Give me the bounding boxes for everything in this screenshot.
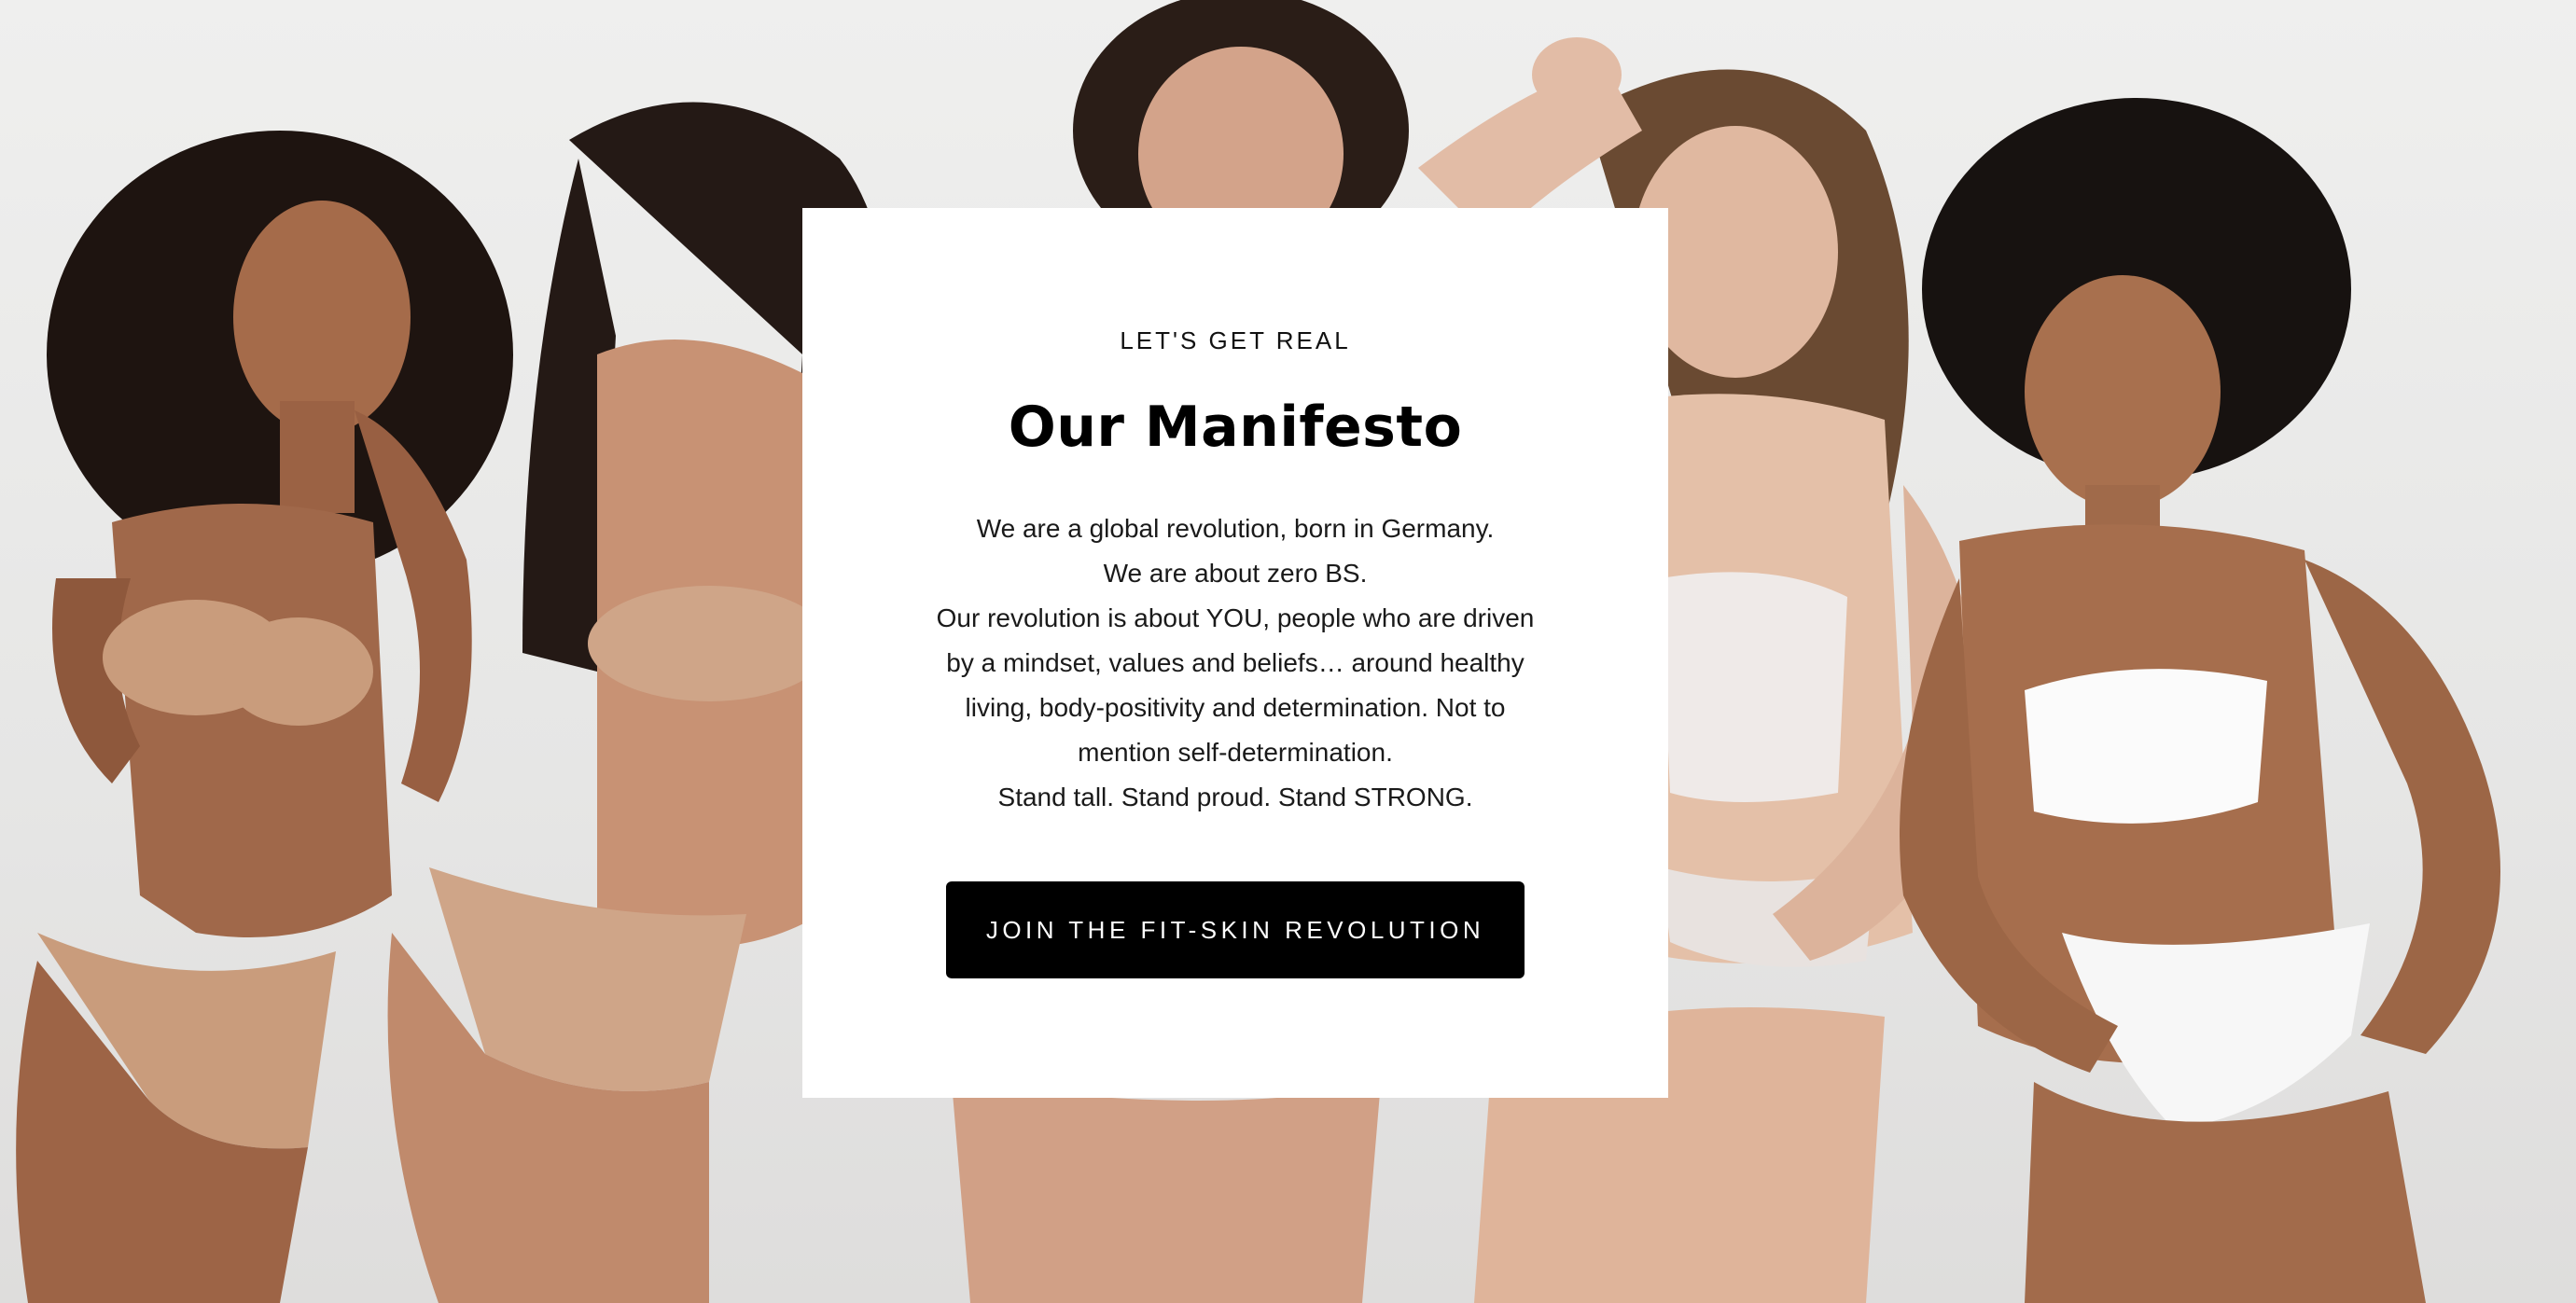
manifesto-line: Stand tall. Stand proud. Stand STRONG.	[997, 783, 1473, 811]
manifesto-line: We are about zero BS.	[1103, 559, 1368, 588]
manifesto-card: LET'S GET REAL Our Manifesto We are a gl…	[802, 208, 1668, 1098]
join-revolution-button[interactable]: JOIN THE FIT-SKIN REVOLUTION	[946, 881, 1525, 978]
manifesto-body: We are a global revolution, born in Germ…	[896, 506, 1575, 820]
manifesto-line: mention self-determination.	[1078, 738, 1393, 767]
manifesto-line: We are a global revolution, born in Germ…	[976, 514, 1495, 543]
manifesto-line: Our revolution is about YOU, people who …	[936, 603, 1535, 632]
model-5	[1900, 98, 2500, 1303]
manifesto-line: by a mindset, values and beliefs… around…	[946, 648, 1525, 677]
manifesto-line: living, body-positivity and determinatio…	[965, 693, 1506, 722]
manifesto-title: Our Manifesto	[1008, 395, 1463, 460]
manifesto-eyebrow: LET'S GET REAL	[1120, 326, 1351, 354]
